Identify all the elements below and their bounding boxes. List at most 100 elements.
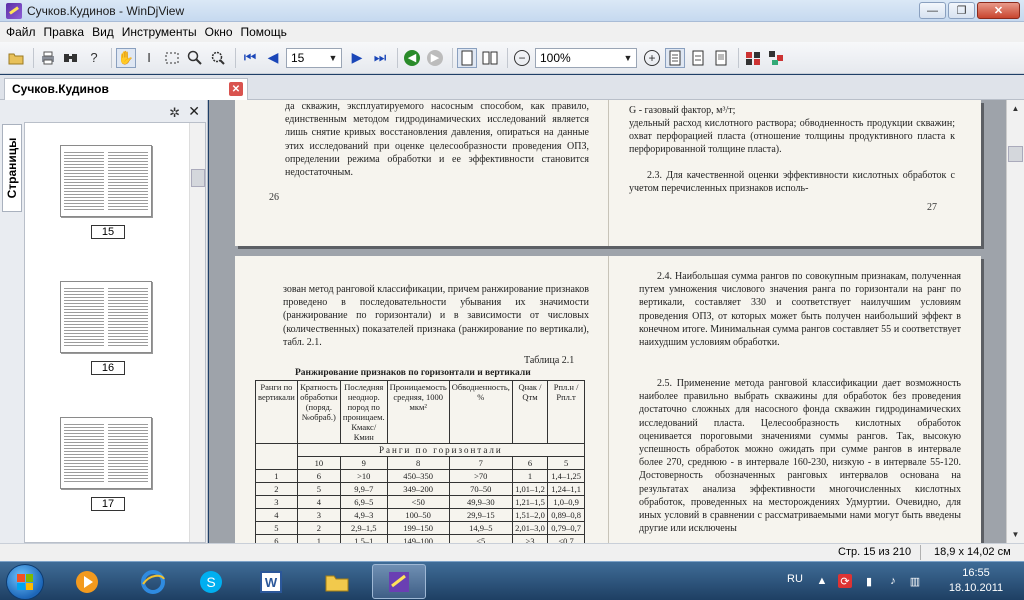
media-player-icon[interactable]: [60, 564, 114, 599]
table-cell: <5: [448, 534, 513, 543]
prev-page-icon[interactable]: ◀: [263, 48, 283, 68]
close-tab-icon[interactable]: ✕: [229, 82, 243, 96]
help-icon[interactable]: ?: [84, 48, 104, 68]
table-row: 5 2 2,9–1,5 199–150 14,9–5 2,01–3,0 0,79…: [255, 521, 585, 535]
rect-select-icon[interactable]: [162, 48, 182, 68]
page-thumbnail[interactable]: [60, 145, 152, 217]
document-scrollbar[interactable]: ▲ ▼: [1006, 100, 1024, 543]
thumbnail-scrollbar[interactable]: [189, 123, 205, 542]
print-icon[interactable]: [38, 48, 58, 68]
table-row: 3 4 6,9–5 <50 49,9–30 1,21–1,5 1,0–0,9: [255, 495, 585, 509]
zoom-out-icon[interactable]: −: [512, 48, 532, 68]
document-view[interactable]: да скважин, эксплуатируемого насосным сп…: [209, 100, 1006, 543]
word-icon[interactable]: W: [244, 564, 298, 599]
page-27-text-formula: G - газовый фактор, м³/т;: [629, 105, 736, 116]
menu-view[interactable]: Вид: [92, 25, 122, 39]
volume-icon[interactable]: ♪: [886, 574, 900, 588]
page-27-number: 27: [927, 202, 937, 213]
text-select-icon[interactable]: I: [139, 48, 159, 68]
page-number-value: 15: [291, 50, 305, 65]
table-cell: 1,24–1,1: [547, 482, 585, 496]
page-27-text-section: 2.3. Для качественной оценки эффективнос…: [629, 170, 955, 195]
language-indicator[interactable]: RU: [787, 573, 803, 585]
layers-icon[interactable]: [766, 48, 786, 68]
table-cell: 1,4–1,25: [547, 469, 585, 483]
table-cell: 6,9–5: [339, 495, 388, 509]
page-thumbnail[interactable]: [60, 417, 152, 489]
tab-pages[interactable]: Страницы: [2, 124, 22, 212]
forward-icon[interactable]: ▶: [425, 48, 445, 68]
scroll-down-icon[interactable]: ▼: [1007, 526, 1024, 543]
explorer-icon[interactable]: [310, 564, 364, 599]
table-cell: 3: [255, 495, 298, 509]
show-hidden-icons-icon[interactable]: ▲: [815, 574, 829, 588]
page-spread-bottom: зован метод ранговой классификации, прич…: [235, 256, 981, 543]
windjview-task-icon[interactable]: [372, 564, 426, 599]
close-panel-icon[interactable]: ✕: [188, 103, 200, 120]
menu-file[interactable]: Файл: [6, 25, 44, 39]
document-tabs: Сучков.Кудинов ✕: [0, 75, 1024, 100]
find-icon[interactable]: [61, 48, 81, 68]
table-cell: [255, 456, 298, 470]
scrollbar-thumb[interactable]: [1008, 146, 1023, 162]
table-cell: >3: [511, 534, 549, 543]
safely-remove-icon[interactable]: ▮: [862, 574, 876, 588]
antivirus-icon[interactable]: ⟳: [838, 574, 852, 588]
two-pages-icon[interactable]: [480, 48, 500, 68]
table-cell: 49,9–30: [448, 495, 513, 509]
close-button[interactable]: ✕: [977, 2, 1020, 19]
table-cell: 29,9–15: [448, 508, 513, 522]
next-page-icon[interactable]: ▶: [347, 48, 367, 68]
zoom-in-icon[interactable]: +: [642, 48, 662, 68]
chevron-down-icon[interactable]: ▼: [620, 49, 636, 67]
menu-tools[interactable]: Инструменты: [122, 25, 205, 39]
display-mode-icon[interactable]: [743, 48, 763, 68]
zoom-rect-icon[interactable]: [208, 48, 228, 68]
start-button[interactable]: [6, 564, 44, 600]
tab-document[interactable]: Сучков.Кудинов ✕: [4, 78, 248, 100]
back-icon[interactable]: ◀: [402, 48, 422, 68]
menu-window[interactable]: Окно: [205, 25, 241, 39]
hand-tool-icon[interactable]: ✋: [116, 47, 136, 68]
last-page-icon[interactable]: ⏭: [370, 48, 390, 68]
table-header: Проницаемость средняя, 1000 мкм²: [386, 380, 450, 444]
table-cell: 2: [255, 482, 298, 496]
skype-icon[interactable]: S: [184, 564, 238, 599]
actual-size-icon[interactable]: [711, 48, 731, 68]
thumbnail-page-label: 15: [91, 225, 125, 239]
chevron-down-icon[interactable]: ▼: [325, 49, 341, 67]
rank-horizontal-label: Ранги по горизонтали: [296, 443, 586, 457]
table-header: Qнак / Qтм: [511, 380, 549, 444]
internet-explorer-icon[interactable]: [126, 564, 180, 599]
thumbnail-list: 15 16 17: [24, 122, 206, 543]
single-page-icon[interactable]: [457, 47, 477, 68]
gear-icon[interactable]: ✲: [169, 105, 180, 121]
minimize-button[interactable]: —: [919, 2, 946, 19]
table-cell: 1,51–2,0: [511, 508, 549, 522]
side-panel: Страницы ✲ ✕ 15 16 17: [0, 100, 208, 543]
table-header: Кратность обработки (поряд. №обраб.): [296, 380, 341, 444]
menu-help[interactable]: Помощь: [241, 25, 295, 39]
fit-page-icon[interactable]: [665, 47, 685, 68]
scroll-up-icon[interactable]: ▲: [1007, 100, 1024, 117]
table-cell: 1: [255, 469, 298, 483]
zoom-icon[interactable]: [185, 48, 205, 68]
page-thumbnail[interactable]: [60, 281, 152, 353]
table-row: 6 1 1,5–1 149–100 <5 >3 <0,7: [255, 534, 585, 543]
menu-edit[interactable]: Правка: [44, 25, 93, 39]
scrollbar-thumb[interactable]: [191, 169, 205, 187]
table-cell: 2: [296, 521, 341, 535]
maximize-button[interactable]: ❐: [948, 2, 975, 19]
fit-width-icon[interactable]: [688, 48, 708, 68]
page-number-combo[interactable]: 15 ▼: [286, 47, 342, 68]
open-folder-icon[interactable]: [6, 48, 26, 68]
network-icon[interactable]: ▥: [908, 574, 922, 588]
zoom-combo[interactable]: 100% ▼: [535, 47, 637, 68]
table-cell: 4: [255, 508, 298, 522]
title-bar: Сучков.Кудинов - WinDjView — ❐ ✕: [0, 0, 1024, 22]
table-cell: >70: [448, 469, 513, 483]
table-cell: 70–50: [448, 482, 513, 496]
first-page-icon[interactable]: ⏮: [240, 48, 260, 68]
clock-date: 18.10.2011: [948, 582, 1004, 594]
clock[interactable]: 16:55 18.10.2011: [946, 566, 1006, 596]
